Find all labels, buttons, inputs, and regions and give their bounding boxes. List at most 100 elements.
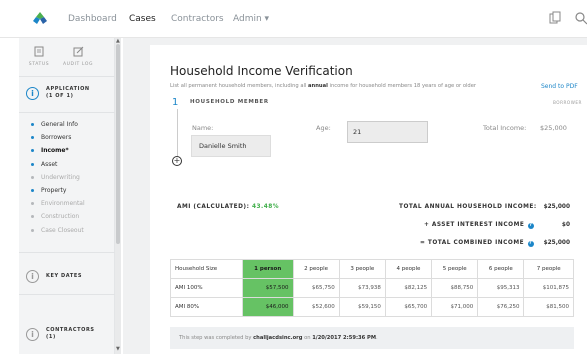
sidebar-item-label: Environmental xyxy=(41,200,85,208)
age-label: Age: xyxy=(316,124,331,132)
status-label: STATUS xyxy=(28,62,50,67)
table-row: AMI 80% $46,000 $52,600 $59,150 $65,700 … xyxy=(170,297,574,317)
step-connector xyxy=(177,109,178,156)
name-field[interactable]: Danielle Smith xyxy=(191,135,271,157)
info-icon: i xyxy=(26,328,39,341)
total-combined-income-label: = TOTAL COMBINED INCOME xyxy=(420,240,525,246)
nav-cases[interactable]: Cases xyxy=(129,14,156,24)
sidebar-item-construction[interactable]: Construction xyxy=(19,211,115,224)
total-income-label: Total Income: xyxy=(483,124,527,132)
search-icon[interactable] xyxy=(574,11,587,25)
table-cell: AMI 80% xyxy=(170,297,243,317)
status-dot xyxy=(31,215,34,219)
completion-text: This step was completed by xyxy=(179,335,254,341)
nav-contractors[interactable]: Contractors xyxy=(171,14,224,24)
status-dot xyxy=(31,162,34,166)
sidebar-item-label: Income* xyxy=(41,147,69,155)
asset-interest-income-row: + ASSET INTEREST INCOME ? xyxy=(424,222,534,229)
top-navigation: Dashboard Cases Contractors Admin ▾ xyxy=(0,0,587,38)
sidebar-item-asset[interactable]: Asset xyxy=(19,159,115,172)
sidebar-item-label: Borrowers xyxy=(41,134,72,142)
sidebar-item-case-closeout[interactable]: Case Closeout xyxy=(19,225,115,238)
info-icon: i xyxy=(26,87,39,100)
sidebar-scrollbar[interactable]: ▲ ▼ xyxy=(115,38,121,354)
completion-notice: This step was completed by challjacdsinc… xyxy=(170,327,574,349)
divider xyxy=(19,112,115,113)
table-cell: $81,500 xyxy=(523,297,574,317)
table-header: 6 people xyxy=(477,259,525,279)
key-dates-title: KEY DATES xyxy=(46,273,83,279)
help-icon[interactable]: ? xyxy=(527,223,534,229)
total-combined-income-row: = TOTAL COMBINED INCOME ? xyxy=(420,240,534,247)
name-label: Name: xyxy=(192,124,214,132)
sidebar-item-label: Case Closeout xyxy=(41,226,84,234)
sidebar-item-label: Underwriting xyxy=(41,173,80,181)
help-icon[interactable]: ? xyxy=(527,241,534,247)
status-dot xyxy=(31,149,34,153)
ami-label: AMI (CALCULATED): xyxy=(177,204,250,210)
table-cell: $52,600 xyxy=(292,297,340,317)
add-member-button[interactable]: + xyxy=(172,156,182,166)
table-header: 7 people xyxy=(523,259,574,279)
sidebar-item-label: Construction xyxy=(41,213,80,221)
status-dot xyxy=(31,123,34,126)
table-cell: $95,313 xyxy=(477,278,525,298)
scroll-down-icon[interactable]: ▼ xyxy=(116,346,120,352)
total-annual-income-label: TOTAL ANNUAL HOUSEHOLD INCOME: xyxy=(399,204,537,210)
app-logo-icon[interactable] xyxy=(33,12,47,24)
audit-log-button[interactable]: AUDIT LOG xyxy=(62,46,94,67)
sidebar-item-property[interactable]: Property xyxy=(19,185,115,198)
sidebar-item-environmental[interactable]: Environmental xyxy=(19,198,115,211)
status-dot xyxy=(31,188,34,192)
info-icon: i xyxy=(26,270,39,283)
step-title: HOUSEHOLD MEMBER xyxy=(190,99,269,105)
completion-text: on xyxy=(302,335,313,341)
status-dot xyxy=(31,202,34,206)
status-dot xyxy=(31,175,34,179)
divider xyxy=(19,294,115,295)
table-cell: $65,750 xyxy=(292,278,340,298)
table-header-row: Household Size 1 person 2 people 3 peopl… xyxy=(170,259,574,279)
divider xyxy=(19,76,115,77)
sidebar-item-borrowers[interactable]: Borrowers xyxy=(19,132,115,145)
table-cell: $65,700 xyxy=(384,297,433,317)
table-header: 2 people xyxy=(292,259,340,279)
sidebar-nav: General Info Borrowers Income* Asset Und… xyxy=(19,119,115,238)
completion-text: . xyxy=(376,335,378,341)
table-cell: $46,000 xyxy=(241,297,294,317)
table-header: 4 people xyxy=(384,259,433,279)
send-to-pdf-link[interactable]: Send to PDF xyxy=(541,83,578,90)
documents-icon[interactable] xyxy=(548,11,562,25)
nav-dashboard[interactable]: Dashboard xyxy=(68,14,117,24)
sidebar-item-underwriting[interactable]: Underwriting xyxy=(19,172,115,185)
status-dot xyxy=(31,228,34,232)
status-button[interactable]: STATUS xyxy=(23,46,55,67)
sidebar: STATUS AUDIT LOG i APPLICATION (1 OF 1) … xyxy=(19,38,115,354)
key-dates-section[interactable]: i KEY DATES xyxy=(26,268,114,288)
contractors-section[interactable]: i CONTRACTORS (1) xyxy=(26,326,114,346)
sidebar-item-label: General Info xyxy=(41,121,78,128)
table-row: AMI 100% $57,500 $65,750 $73,938 $82,125… xyxy=(170,278,574,298)
contractors-count: (1) xyxy=(46,334,56,340)
ami-limits-table: Household Size 1 person 2 people 3 peopl… xyxy=(170,259,574,317)
table-header: 3 people xyxy=(338,259,386,279)
subtitle-emphasis: annual xyxy=(308,83,328,89)
edit-icon xyxy=(73,46,83,57)
nav-admin-dropdown[interactable]: Admin ▾ xyxy=(233,14,269,24)
application-section[interactable]: i APPLICATION (1 OF 1) xyxy=(26,85,114,105)
table-cell: $59,150 xyxy=(338,297,386,317)
table-cell: $73,938 xyxy=(338,278,386,298)
table-cell: $76,250 xyxy=(477,297,525,317)
audit-log-label: AUDIT LOG xyxy=(62,62,94,67)
table-cell: $57,500 xyxy=(241,278,294,298)
sidebar-item-general-info[interactable]: General Info xyxy=(19,119,115,132)
age-field[interactable]: 21 xyxy=(347,121,428,143)
sidebar-item-income[interactable]: Income* xyxy=(19,145,115,158)
completion-date: 1/20/2017 2:59:36 PM xyxy=(312,335,377,341)
application-title: APPLICATION xyxy=(46,86,90,92)
contractors-title: CONTRACTORS xyxy=(46,327,95,333)
completed-by-user: challjacdsinc.org xyxy=(253,335,303,341)
table-cell: $71,000 xyxy=(431,297,479,317)
scroll-thumb[interactable] xyxy=(116,44,120,244)
ami-calculated: AMI (CALCULATED): 43.48% xyxy=(177,204,279,210)
